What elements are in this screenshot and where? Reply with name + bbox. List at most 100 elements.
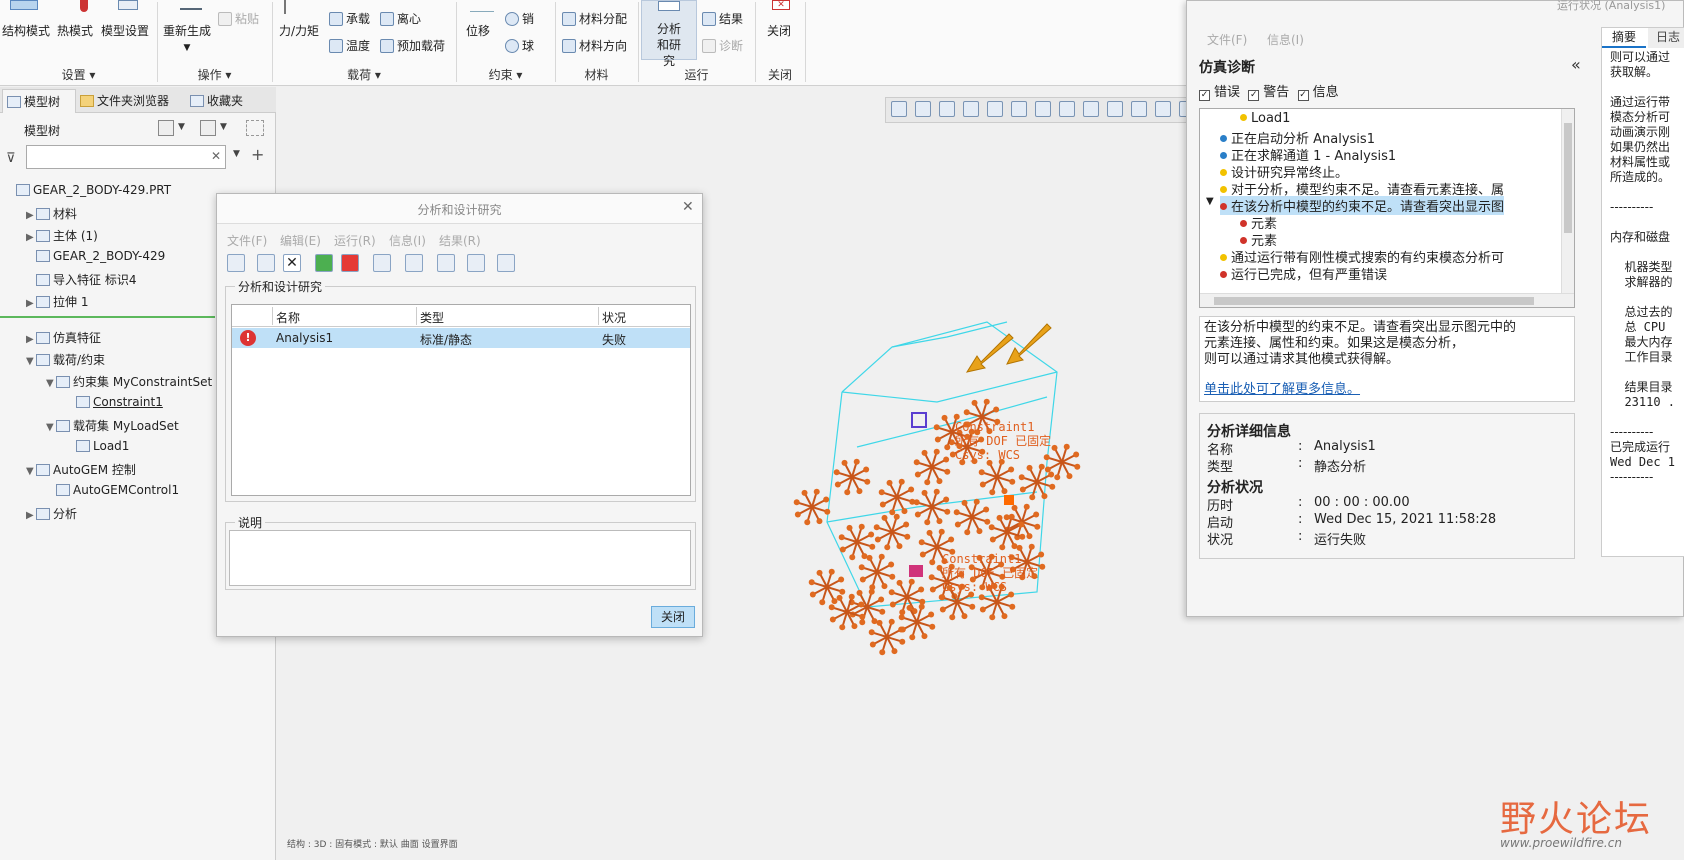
bearing-button[interactable]: 承载 (329, 10, 370, 27)
group-constraints[interactable]: 约束 ▾ (456, 66, 555, 83)
close-ribbon-button[interactable]: 关闭 (767, 22, 791, 39)
tree-item[interactable]: ▶ 仿真特征 (26, 329, 101, 346)
scroll-thumb[interactable] (1564, 123, 1572, 233)
col-name[interactable]: 名称 (276, 309, 300, 326)
more-info-link[interactable]: 单击此处可了解更多信息。 (1204, 382, 1570, 398)
expanded-arrow-icon[interactable]: ▼ (26, 466, 36, 477)
collapse-icon[interactable]: « (1571, 55, 1581, 74)
pan-icon[interactable] (987, 101, 1003, 117)
filter-error[interactable]: ✓ 错误 (1199, 85, 1240, 101)
paste-button[interactable]: 粘贴 (218, 10, 259, 27)
zoom-out-icon[interactable] (939, 101, 955, 117)
tree-item[interactable]: AutoGEMControl1 (46, 483, 179, 497)
material-assign-button[interactable]: 材料分配 (562, 10, 627, 27)
tab-favorites[interactable]: 收藏夹 (190, 92, 243, 109)
perspective-icon[interactable] (1083, 101, 1099, 117)
start-flag-icon[interactable] (315, 254, 333, 272)
tree-item[interactable]: GEAR_2_BODY-429.PRT (6, 183, 171, 197)
tree-item[interactable]: ▼ 约束集 MyConstraintSet (46, 373, 212, 390)
collapsed-arrow-icon[interactable]: ▶ (26, 210, 36, 221)
tab-folder-browser[interactable]: 文件夹浏览器 (80, 92, 169, 109)
delete-icon[interactable]: ✕ (283, 254, 301, 272)
edit-icon[interactable] (227, 254, 245, 272)
spin-center-icon[interactable] (1107, 101, 1123, 117)
tab-log[interactable]: 日志 (1648, 28, 1684, 48)
close-button[interactable]: 关闭 (651, 606, 695, 628)
tab-model-tree[interactable]: 模型树 (2, 89, 76, 113)
dialog-menu-item[interactable]: 结果(R) (439, 232, 481, 249)
configure-icon[interactable] (467, 254, 485, 272)
filter-info[interactable]: ✓ 信息 (1297, 85, 1339, 101)
ball-button[interactable]: 球 (505, 37, 534, 54)
scroll-thumb[interactable] (1214, 297, 1534, 305)
filter-warning[interactable]: ✓ 警告 (1248, 85, 1289, 101)
menu-info[interactable]: 信息(I) (1267, 31, 1304, 48)
tree-item[interactable]: ▼ AutoGEM 控制 (26, 461, 136, 478)
expanded-arrow-icon[interactable]: ▼ (26, 356, 36, 367)
structure-mode-button[interactable]: 结构模式 (2, 22, 50, 39)
group-loads[interactable]: 载荷 ▾ (272, 66, 456, 83)
expanded-arrow-icon[interactable]: ▼ (1206, 196, 1214, 207)
collapsed-arrow-icon[interactable]: ▶ (26, 334, 36, 345)
status-icon[interactable] (373, 254, 391, 272)
tree-item[interactable]: ▶ 拉伸 1 (26, 293, 88, 310)
tree-item[interactable]: ▶ 分析 (26, 505, 77, 522)
displacement-button[interactable]: 位移 (466, 22, 490, 39)
centrifugal-button[interactable]: 离心 (380, 10, 421, 27)
description-textarea[interactable] (229, 530, 691, 586)
tree-settings-icon[interactable] (158, 120, 174, 136)
tree-item[interactable]: ▼ 载荷/约束 (26, 351, 105, 368)
chevron-down-icon[interactable]: ▼ (233, 149, 240, 159)
refit-icon[interactable] (891, 101, 907, 117)
tree-filter-icon[interactable] (200, 120, 216, 136)
dialog-menu-item[interactable]: 信息(I) (389, 232, 426, 249)
collapsed-arrow-icon[interactable]: ▶ (26, 510, 36, 521)
review-icon[interactable] (405, 254, 423, 272)
group-settings[interactable]: 设置 ▾ (0, 66, 157, 83)
copy-icon[interactable] (257, 254, 275, 272)
tree-search-input[interactable] (26, 145, 226, 169)
results-icon[interactable] (437, 254, 455, 272)
tree-item[interactable]: ▶ 材料 (26, 205, 77, 222)
table-row[interactable]: ! Analysis1 标准/静态 失败 (232, 328, 690, 348)
annotation-icon[interactable] (1155, 101, 1171, 117)
chevron-down-icon[interactable]: ▼ (178, 122, 185, 132)
horizontal-scrollbar[interactable] (1200, 293, 1574, 307)
dialog-menu-item[interactable]: 编辑(E) (280, 232, 321, 249)
clear-icon[interactable]: ✕ (211, 149, 221, 163)
model-setup-button[interactable]: 模型设置 (101, 22, 149, 39)
analysis-study-button[interactable]: 分析和研究 (641, 0, 697, 68)
select-icon[interactable] (246, 120, 264, 136)
datum-display-icon[interactable] (1131, 101, 1147, 117)
tree-item[interactable]: Load1 (66, 439, 129, 453)
tree-item[interactable]: Constraint1 (66, 395, 163, 409)
diagnose-button[interactable]: 诊断 (702, 37, 743, 54)
collapsed-arrow-icon[interactable]: ▶ (26, 232, 36, 243)
preload-button[interactable]: 预加载荷 (380, 37, 445, 54)
force-moment-button[interactable]: 力/力矩 (279, 22, 319, 39)
collapsed-arrow-icon[interactable]: ▶ (26, 298, 36, 309)
view-manager-icon[interactable] (1059, 101, 1075, 117)
temperature-button[interactable]: 温度 (329, 37, 370, 54)
menu-file[interactable]: 文件(F) (1207, 31, 1247, 48)
tree-item[interactable]: ▶ 主体 (1) (26, 227, 98, 244)
close-icon[interactable]: ✕ (682, 199, 694, 215)
pin-button[interactable]: 销 (505, 10, 534, 27)
col-status[interactable]: 状况 (602, 309, 626, 326)
group-operations[interactable]: 操作 ▾ (157, 66, 272, 83)
chevron-down-icon[interactable]: ▼ (220, 122, 227, 132)
export-icon[interactable] (497, 254, 515, 272)
dialog-menu-item[interactable]: 运行(R) (334, 232, 376, 249)
display-style-icon[interactable] (1011, 101, 1027, 117)
tab-summary[interactable]: 摘要 (1602, 28, 1646, 48)
list-item[interactable]: 运行已完成，但有严重错误 (1220, 264, 1387, 283)
stop-flag-icon[interactable] (341, 254, 359, 272)
tree-item[interactable]: 导入特征 标识4 (26, 271, 136, 288)
add-icon[interactable]: + (251, 145, 264, 164)
dialog-menu-item[interactable]: 文件(F) (227, 232, 267, 249)
repaint-icon[interactable] (963, 101, 979, 117)
expanded-arrow-icon[interactable]: ▼ (46, 378, 56, 389)
thermal-mode-button[interactable]: 热模式 (57, 22, 93, 39)
col-type[interactable]: 类型 (420, 309, 444, 326)
regenerate-button[interactable]: 重新生成 ▼ (163, 22, 211, 53)
